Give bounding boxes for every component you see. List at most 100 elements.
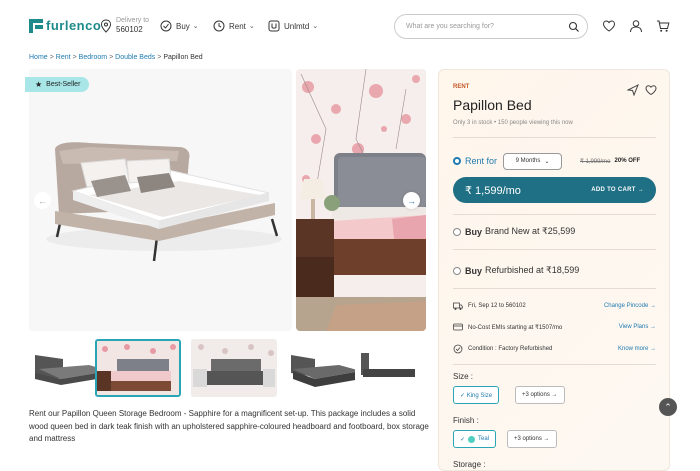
storage-label: Storage : xyxy=(453,460,486,469)
buy-refurbished-text: Refurbished at ₹18,599 xyxy=(485,265,580,275)
size-option-king[interactable]: ✓ King Size xyxy=(453,386,500,404)
product-main-image[interactable] xyxy=(29,69,292,331)
divider xyxy=(453,137,656,138)
product-description: Rent our Papillon Queen Storage Bedroom … xyxy=(29,409,429,443)
nav-rent[interactable]: Rent ⌄ xyxy=(213,20,255,32)
nav-unlmtd-label: Unlmtd xyxy=(284,21,310,31)
nav-unlmtd[interactable]: Unlmtd ⌄ xyxy=(268,20,318,32)
delivery-pincode: 560102 xyxy=(116,25,143,34)
arrow-right-icon: → xyxy=(407,195,416,206)
chevron-down-icon: ⌄ xyxy=(192,23,199,30)
delivery-info: Fri, Sep 12 to 560102 Change Pincode → xyxy=(453,301,656,311)
breadcrumb-double-beds[interactable]: Double Beds xyxy=(115,54,155,61)
logo-icon xyxy=(29,18,43,33)
buy-refurbished-option[interactable]: Buy Refurbished at ₹18,599 xyxy=(453,265,579,276)
star-icon: ★ xyxy=(35,80,43,89)
buy-refurbished-radio[interactable] xyxy=(453,266,461,275)
breadcrumb-separator: > xyxy=(109,54,114,61)
rent-radio[interactable] xyxy=(453,157,461,165)
rent-label: Rent for xyxy=(465,156,498,166)
check-icon: ✓ xyxy=(460,436,466,443)
original-price: ₹ 1,999/mo xyxy=(580,158,611,165)
best-seller-badge: ★ Best-Seller xyxy=(25,77,90,92)
buy-new-label: Buy xyxy=(465,226,483,237)
cart-icon[interactable] xyxy=(656,19,670,33)
breadcrumb-separator: > xyxy=(49,54,54,61)
thumbnail-5[interactable] xyxy=(355,339,419,397)
finish-more-options[interactable]: +3 options → xyxy=(507,430,557,448)
chevron-down-icon: ⌄ xyxy=(544,158,550,165)
thumbnail-2[interactable] xyxy=(95,339,181,397)
share-icon[interactable] xyxy=(627,84,639,96)
gallery-prev-button[interactable]: ← xyxy=(34,192,51,209)
breadcrumb-bedroom[interactable]: Bedroom xyxy=(79,54,107,61)
unlmtd-icon xyxy=(268,20,280,32)
emi-text: No-Cost EMIs starting at ₹1507/mo xyxy=(468,324,563,331)
size-more-options[interactable]: +3 options → xyxy=(515,386,565,404)
view-plans-link[interactable]: View Plans → xyxy=(619,324,656,330)
chevron-down-icon: ⌄ xyxy=(248,23,255,30)
search-input[interactable]: What are you searching for? xyxy=(406,23,565,30)
divider xyxy=(453,214,656,215)
stock-note: Only 3 in stock • 150 people viewing thi… xyxy=(453,120,573,126)
mode-tag: RENT xyxy=(453,84,470,90)
finish-option-teal[interactable]: ✓ Teal xyxy=(453,430,497,448)
buy-refurbished-label: Buy xyxy=(465,265,483,276)
emi-icon xyxy=(453,323,463,331)
add-to-cart-label: ADD TO CART → xyxy=(591,187,644,193)
add-to-cart-button[interactable]: ₹ 1,599/mo ADD TO CART → xyxy=(453,177,656,203)
buy-new-option[interactable]: Buy Brand New at ₹25,599 xyxy=(453,226,575,237)
breadcrumb-current: Papillon Bed xyxy=(163,54,203,61)
search-icon[interactable] xyxy=(565,18,583,36)
change-pincode-link[interactable]: Change Pincode → xyxy=(604,303,656,309)
finish-option-label: Teal xyxy=(478,436,490,442)
divider xyxy=(453,364,656,365)
buy-new-radio[interactable] xyxy=(453,227,461,236)
nav-rent-label: Rent xyxy=(229,21,246,31)
divider xyxy=(453,288,656,289)
rent-option[interactable]: Rent for 9 Months ⌄ ₹ 1,999/mo 20% OFF xyxy=(453,152,656,170)
size-label: Size : xyxy=(453,372,474,381)
tenure-select[interactable]: 9 Months ⌄ xyxy=(503,152,563,170)
user-icon[interactable] xyxy=(629,19,643,33)
thumbnail-3[interactable] xyxy=(191,339,277,397)
header: furlenco Delivery to 560102 Buy ⌄ Rent ⌄ U… xyxy=(0,0,700,52)
breadcrumb-separator: > xyxy=(72,54,77,61)
delivery-label: Delivery to xyxy=(116,17,150,24)
rent-price: ₹ 1,599/mo xyxy=(465,184,521,197)
finish-label: Finish : xyxy=(453,416,479,425)
buy-new-text: Brand New at ₹25,599 xyxy=(485,226,576,236)
scroll-to-top-button[interactable]: ⌃ xyxy=(659,398,677,416)
know-more-link[interactable]: Know more → xyxy=(618,346,656,352)
truck-icon xyxy=(453,302,463,310)
badge-icon xyxy=(453,344,463,354)
delivery-date: Fri, Sep 12 to 560102 xyxy=(468,303,526,309)
search-bar[interactable]: What are you searching for? xyxy=(394,14,588,39)
condition-text: Condition : Factory Refurbished xyxy=(468,346,553,352)
divider xyxy=(453,249,656,250)
buy-icon xyxy=(160,20,172,32)
location-pin-icon xyxy=(100,18,112,33)
teal-swatch xyxy=(468,435,476,443)
nav-buy-label: Buy xyxy=(176,21,190,31)
arrow-left-icon: ← xyxy=(38,195,47,206)
product-title: Papillon Bed xyxy=(453,97,532,113)
delivery-location[interactable]: Delivery to 560102 xyxy=(100,17,149,34)
discount-label: 20% OFF xyxy=(614,158,641,164)
breadcrumb: Home > Rent > Bedroom > Double Beds > Papill… xyxy=(29,54,203,61)
emi-info: No-Cost EMIs starting at ₹1507/mo View P… xyxy=(453,322,656,332)
tenure-value: 9 Months xyxy=(515,158,541,164)
breadcrumb-home[interactable]: Home xyxy=(29,54,48,61)
breadcrumb-rent[interactable]: Rent xyxy=(56,54,71,61)
logo[interactable]: furlenco xyxy=(29,18,101,33)
logo-text: furlenco xyxy=(46,18,102,33)
best-seller-label: Best-Seller xyxy=(46,81,81,88)
chevron-down-icon: ⌄ xyxy=(312,23,319,30)
breadcrumb-separator: > xyxy=(157,54,162,61)
gallery-next-button[interactable]: → xyxy=(403,192,420,209)
heart-icon[interactable] xyxy=(602,19,616,33)
rent-clock-icon xyxy=(213,20,225,32)
wishlist-heart-icon[interactable] xyxy=(645,84,657,96)
chevron-up-icon: ⌃ xyxy=(664,401,672,412)
nav-buy[interactable]: Buy ⌄ xyxy=(160,20,199,32)
